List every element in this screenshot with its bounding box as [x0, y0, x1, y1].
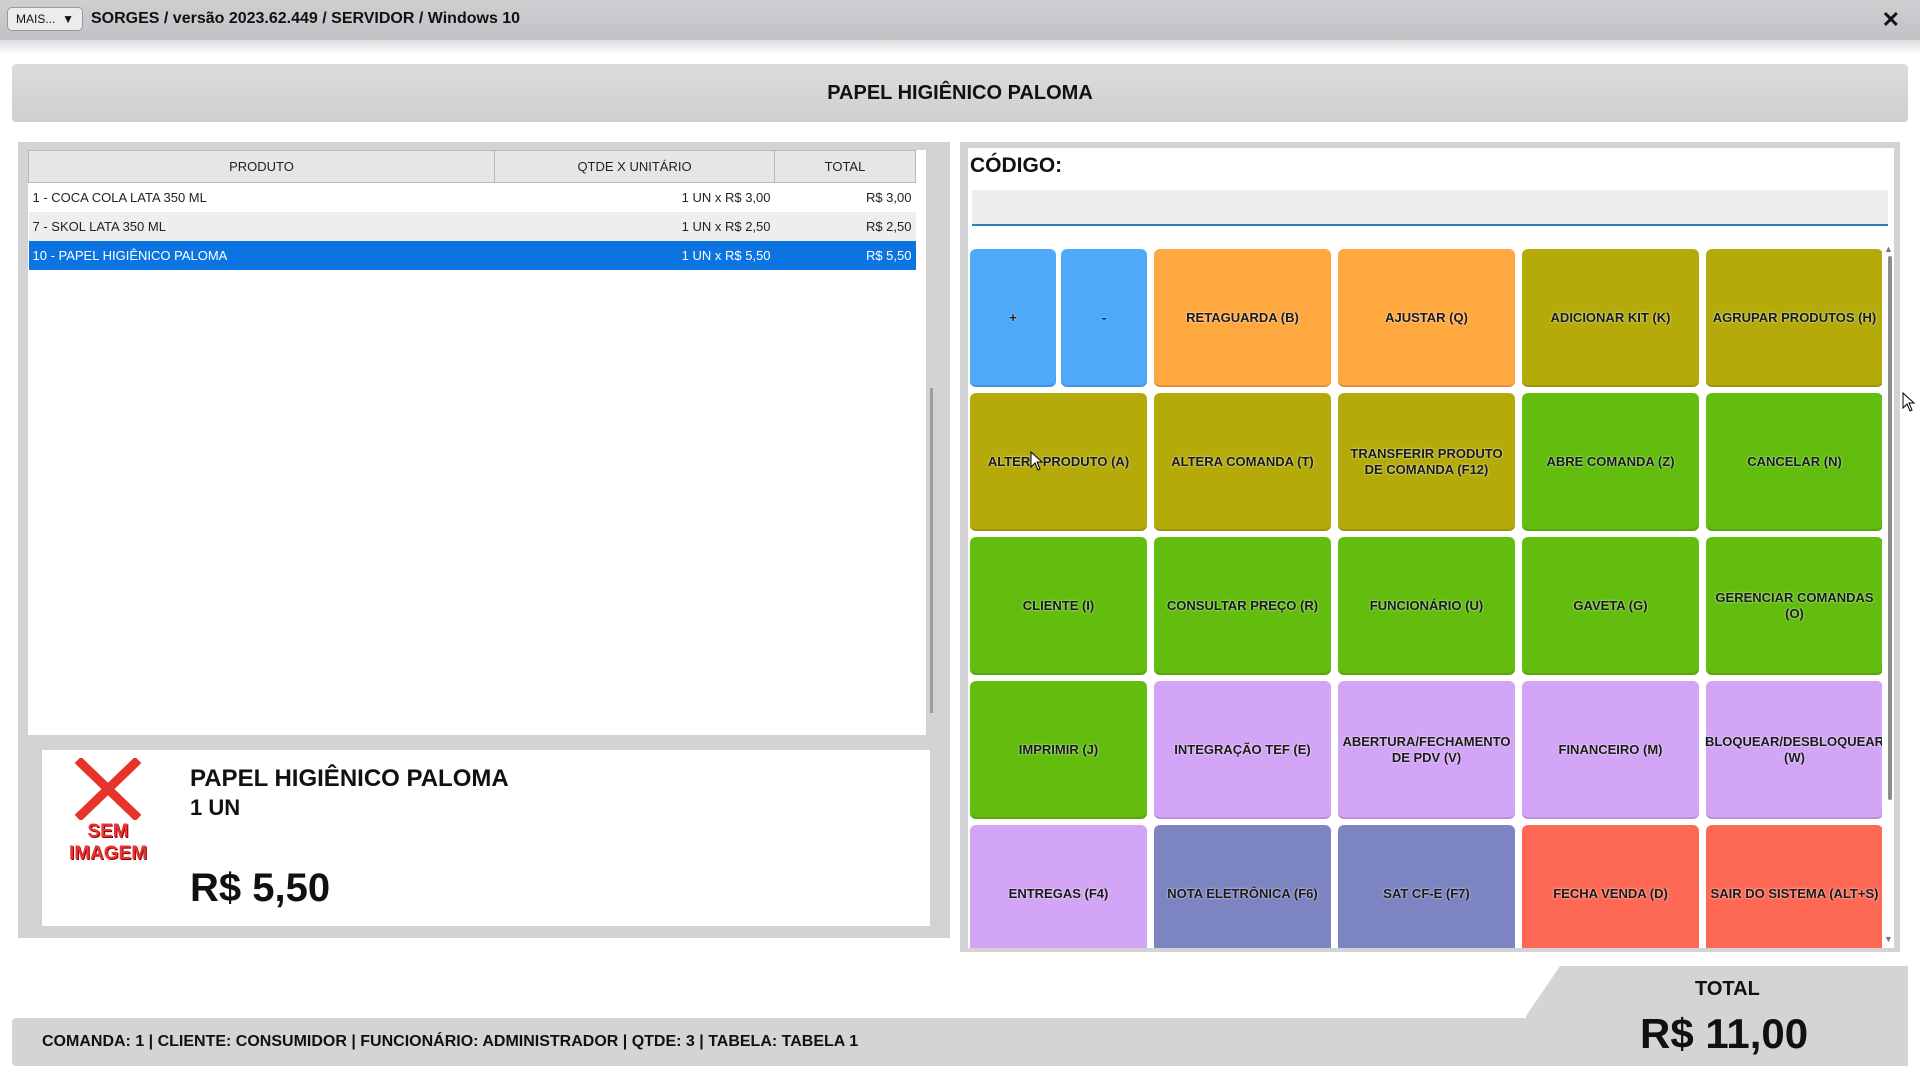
codigo-input[interactable]	[972, 190, 1888, 226]
button-label: ENTREGAS (F4)	[1008, 886, 1109, 901]
table-row-selected[interactable]: 10 - PAPEL HIGIÊNICO PALOMA 1 UN x R$ 5,…	[28, 241, 916, 270]
row-qtde: 1 UN x R$ 5,50	[494, 241, 775, 270]
ajustar-q-button[interactable]: AJUSTAR (Q)	[1338, 249, 1515, 387]
adicionar-kit-k-button[interactable]: ADICIONAR KIT (K)	[1522, 249, 1699, 387]
mouse-pointer-icon	[1902, 392, 1916, 412]
current-product-name: PAPEL HIGIÊNICO PALOMA	[827, 81, 1093, 104]
title-bar: MAIS... ▼ SORGES / versão 2023.62.449 / …	[0, 0, 1920, 40]
table-row[interactable]: 7 - SKOL LATA 350 ML 1 UN x R$ 2,50 R$ 2…	[28, 212, 916, 241]
button-label: TRANSFERIR PRODUTO DE COMANDA (F12)	[1350, 446, 1503, 477]
mais-label: MAIS...	[16, 12, 56, 26]
gaveta-g-button[interactable]: GAVETA (G)	[1522, 537, 1699, 675]
agrupar-produtos-h-button[interactable]: AGRUPAR PRODUTOS (H)	[1706, 249, 1882, 387]
detail-quantity: 1 UN	[190, 795, 241, 820]
button-label: SAT CF-E (F7)	[1383, 886, 1470, 901]
button-label: IMPRIMIR (J)	[1018, 742, 1099, 757]
cancelar-n-button[interactable]: CANCELAR (N)	[1706, 393, 1882, 531]
button-label: AJUSTAR (Q)	[1385, 310, 1468, 325]
column-header-qtde[interactable]: QTDE X UNITÁRIO	[494, 150, 775, 183]
row-produto: 10 - PAPEL HIGIÊNICO PALOMA	[28, 241, 495, 270]
title-shadow	[0, 40, 1920, 54]
gerenciar-comandas-o-button[interactable]: GERENCIAR COMANDAS (O)	[1706, 537, 1882, 675]
button-label: ABRE COMANDA (Z)	[1546, 454, 1675, 469]
codigo-label: CÓDIGO:	[970, 154, 1063, 177]
table-scrollbar[interactable]	[930, 388, 933, 713]
button-label: CONSULTAR PREÇO (R)	[1166, 598, 1319, 613]
integracao-tef-e-button[interactable]: INTEGRAÇÃO TEF (E)	[1154, 681, 1331, 819]
button-label: SAIR DO SISTEMA (ALT+S)	[1710, 886, 1879, 901]
detail-price: R$ 5,50	[190, 866, 331, 910]
abre-comanda-z-button[interactable]: ABRE COMANDA (Z)	[1522, 393, 1699, 531]
button-label: GAVETA (G)	[1573, 598, 1648, 613]
status-text: COMANDA: 1 | CLIENTE: CONSUMIDOR | FUNCI…	[42, 1033, 859, 1050]
row-total: R$ 3,00	[865, 190, 912, 205]
button-label: FECHA VENDA (D)	[1553, 886, 1668, 901]
scroll-down-icon[interactable]: ▼	[1884, 934, 1893, 944]
button-label: CLIENTE (I)	[1022, 598, 1095, 613]
column-header-total[interactable]: TOTAL	[774, 150, 916, 183]
mouse-pointer-icon	[1030, 451, 1044, 471]
button-label: NOTA ELETRÔNICA (F6)	[1167, 886, 1318, 901]
button-label: ALTERA COMANDA (T)	[1171, 454, 1314, 469]
sair-do-sistema-alt-s-button[interactable]: SAIR DO SISTEMA (ALT+S)	[1706, 825, 1882, 948]
items-table-area: PRODUTO QTDE X UNITÁRIO TOTAL 1 - COCA C…	[28, 150, 926, 735]
button-grid-scroll-thumb[interactable]	[1888, 256, 1892, 800]
button-label: BLOQUEAR/DESBLOQUEAR (W)	[1704, 734, 1882, 765]
function-button-grid: + - RETAGUARDA (B) AJUSTAR (Q) ADICIONAR KIT…	[970, 246, 1882, 948]
fecha-venda-d-button[interactable]: FECHA VENDA (D)	[1522, 825, 1699, 948]
no-image-text-2: IMAGEM	[68, 843, 148, 864]
row-produto: 7 - SKOL LATA 350 ML	[28, 212, 495, 241]
altera-comanda-t-button[interactable]: ALTERA COMANDA (T)	[1154, 393, 1331, 531]
imprimir-j-button[interactable]: IMPRIMIR (J)	[970, 681, 1147, 819]
button-label: INTEGRAÇÃO TEF (E)	[1174, 742, 1311, 757]
row-qtde: 1 UN x R$ 3,00	[681, 190, 771, 205]
abertura-fechamento-de-pdv-v-button[interactable]: ABERTURA/FECHAMENTO DE PDV (V)	[1338, 681, 1515, 819]
minus-button[interactable]: -	[1061, 249, 1147, 387]
retaguarda-b-button[interactable]: RETAGUARDA (B)	[1154, 249, 1331, 387]
button-label: RETAGUARDA (B)	[1186, 310, 1299, 325]
sat-cf-e-f7-button[interactable]: SAT CF-E (F7)	[1338, 825, 1515, 948]
close-icon[interactable]: ✕	[1882, 7, 1900, 33]
caret-down-icon: ▼	[62, 12, 74, 26]
button-label: -	[1101, 310, 1107, 325]
column-header-produto[interactable]: PRODUTO	[28, 150, 495, 183]
cliente-i-button[interactable]: CLIENTE (I)	[970, 537, 1147, 675]
no-image-text-1: SEM	[87, 821, 129, 842]
button-label: FUNCIONÁRIO (U)	[1369, 598, 1484, 613]
total-label: TOTAL	[1695, 978, 1760, 1000]
button-label: ABERTURA/FECHAMENTO DE PDV (V)	[1342, 734, 1511, 765]
nota-eletronica-f6-button[interactable]: NOTA ELETRÔNICA (F6)	[1154, 825, 1331, 948]
items-table: PRODUTO QTDE X UNITÁRIO TOTAL 1 - COCA C…	[28, 150, 916, 270]
table-row[interactable]: 1 - COCA COLA LATA 350 ML 1 UN x R$ 3,00…	[29, 183, 916, 213]
detail-product-name: PAPEL HIGIÊNICO PALOMA	[190, 765, 509, 792]
bloquear-desbloquear-w-button[interactable]: BLOQUEAR/DESBLOQUEAR (W)	[1704, 681, 1882, 819]
red-x-icon	[75, 758, 141, 820]
plus-button[interactable]: +	[970, 249, 1056, 387]
entregas-f4-button[interactable]: ENTREGAS (F4)	[970, 825, 1147, 948]
button-label: GERENCIAR COMANDAS (O)	[1715, 590, 1874, 621]
button-label: ADICIONAR KIT (K)	[1550, 310, 1671, 325]
button-label: FINANCEIRO (M)	[1558, 742, 1663, 757]
button-label: AGRUPAR PRODUTOS (H)	[1712, 310, 1877, 325]
altera-produto-a-button[interactable]: ALTERA PRODUTO (A)	[970, 393, 1147, 531]
row-qtde: 1 UN x R$ 2,50	[494, 212, 775, 241]
button-label: +	[1009, 310, 1017, 325]
funcionario-u-button[interactable]: FUNCIONÁRIO (U)	[1338, 537, 1515, 675]
row-total: R$ 2,50	[774, 212, 916, 241]
window-title: SORGES / versão 2023.62.449 / SERVIDOR /…	[91, 10, 521, 27]
table-header-row: PRODUTO QTDE X UNITÁRIO TOTAL	[28, 150, 916, 183]
row-total: R$ 5,50	[774, 241, 916, 270]
financeiro-m-button[interactable]: FINANCEIRO (M)	[1522, 681, 1699, 819]
current-product-header: PAPEL HIGIÊNICO PALOMA	[12, 64, 1908, 122]
total-value: R$ 11,00	[1640, 1010, 1809, 1057]
scroll-up-icon[interactable]: ▲	[1884, 244, 1893, 254]
consultar-preco-r-button[interactable]: CONSULTAR PREÇO (R)	[1154, 537, 1331, 675]
transferir-produto-de-comanda-f12-button[interactable]: TRANSFERIR PRODUTO DE COMANDA (F12)	[1338, 393, 1515, 531]
button-label: CANCELAR (N)	[1747, 454, 1842, 469]
row-produto: 1 - COCA COLA LATA 350 ML	[32, 190, 207, 205]
no-image-placeholder: SEM IMAGEM	[68, 758, 148, 870]
mais-dropdown-button[interactable]: MAIS... ▼	[7, 7, 83, 31]
button-label: ALTERA PRODUTO (A)	[987, 454, 1130, 469]
